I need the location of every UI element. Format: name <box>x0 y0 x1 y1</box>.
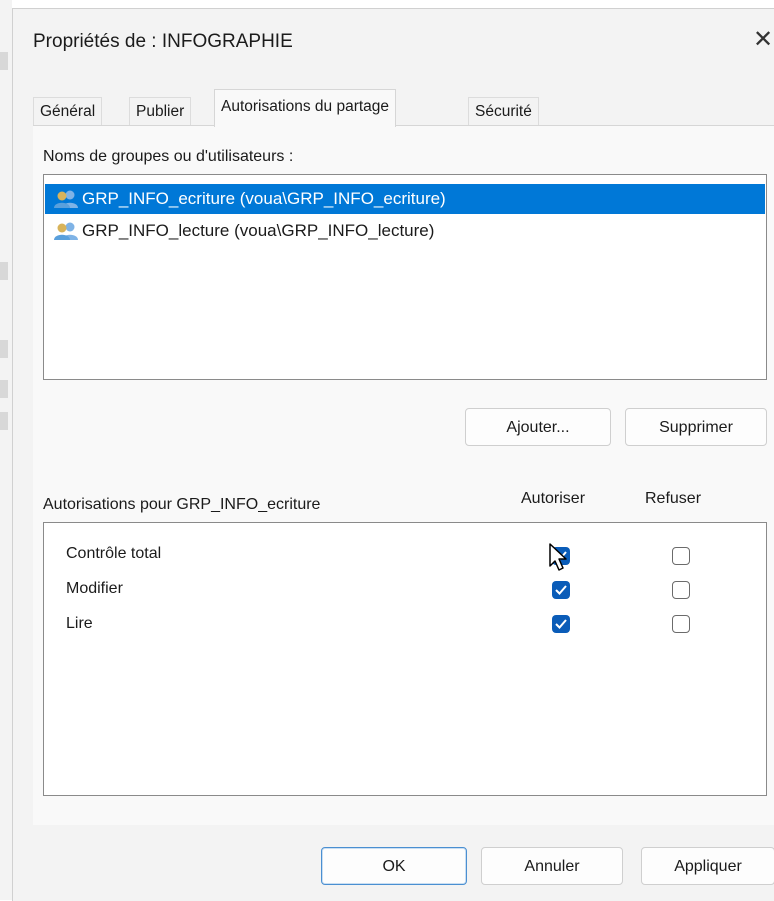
permissions-label: Autorisations pour GRP_INFO_ecriture <box>43 496 321 513</box>
cancel-button[interactable]: Annuler <box>481 847 623 885</box>
title-bar: Propriétés de : INFOGRAPHIE ✕ <box>13 9 774 73</box>
deny-checkbox[interactable] <box>672 581 690 599</box>
allow-checkbox[interactable] <box>552 547 570 565</box>
background-fragment <box>0 412 8 430</box>
properties-dialog: Propriétés de : INFOGRAPHIE ✕ Général Pu… <box>12 8 774 901</box>
dialog-button-bar: OK Annuler Appliquer <box>13 825 774 901</box>
checkmark-icon <box>555 585 567 595</box>
groups-listbox[interactable]: GRP_INFO_ecriture (voua\GRP_INFO_ecritur… <box>43 174 767 380</box>
background-fragment <box>0 262 8 280</box>
list-item-label: GRP_INFO_lecture (voua\GRP_INFO_lecture) <box>82 221 435 240</box>
checkmark-icon <box>555 619 567 629</box>
ok-button[interactable]: OK <box>321 847 467 885</box>
close-icon: ✕ <box>753 26 774 53</box>
users-group-icon <box>53 221 81 241</box>
list-item-label: GRP_INFO_ecriture (voua\GRP_INFO_ecritur… <box>82 189 446 208</box>
tab-share-permissions[interactable]: Autorisations du partage <box>214 89 397 127</box>
permissions-list: Contrôle total Modifier Lire <box>43 522 767 796</box>
allow-checkbox[interactable] <box>552 615 570 633</box>
allow-checkbox[interactable] <box>552 581 570 599</box>
checkmark-icon <box>555 551 567 561</box>
dialog-title: Propriétés de : INFOGRAPHIE <box>33 31 293 52</box>
groups-label: Noms de groupes ou d'utilisateurs : <box>43 148 294 165</box>
users-group-icon <box>53 189 81 209</box>
list-item[interactable]: GRP_INFO_lecture (voua\GRP_INFO_lecture) <box>45 216 765 246</box>
share-permissions-panel: Noms de groupes ou d'utilisateurs : GRP_… <box>33 125 774 826</box>
allow-column-header: Autoriser <box>521 490 586 507</box>
close-button[interactable]: ✕ <box>753 23 774 57</box>
tab-general[interactable]: Général <box>33 97 103 126</box>
background-fragment <box>0 340 8 358</box>
permission-name: Lire <box>66 615 93 632</box>
background-fragment <box>0 380 8 398</box>
deny-checkbox[interactable] <box>672 615 690 633</box>
remove-button[interactable]: Supprimer <box>625 408 767 446</box>
tab-publier[interactable]: Publier <box>129 97 192 126</box>
permission-name: Contrôle total <box>66 545 162 562</box>
permission-name: Modifier <box>66 580 123 597</box>
apply-button[interactable]: Appliquer <box>641 847 774 885</box>
list-item[interactable]: GRP_INFO_ecriture (voua\GRP_INFO_ecritur… <box>45 184 765 214</box>
add-button[interactable]: Ajouter... <box>465 408 611 446</box>
tab-securite[interactable]: Sécurité <box>468 97 539 126</box>
deny-checkbox[interactable] <box>672 547 690 565</box>
background-window-strip <box>0 0 12 900</box>
background-fragment <box>0 52 8 70</box>
deny-column-header: Refuser <box>645 490 702 507</box>
